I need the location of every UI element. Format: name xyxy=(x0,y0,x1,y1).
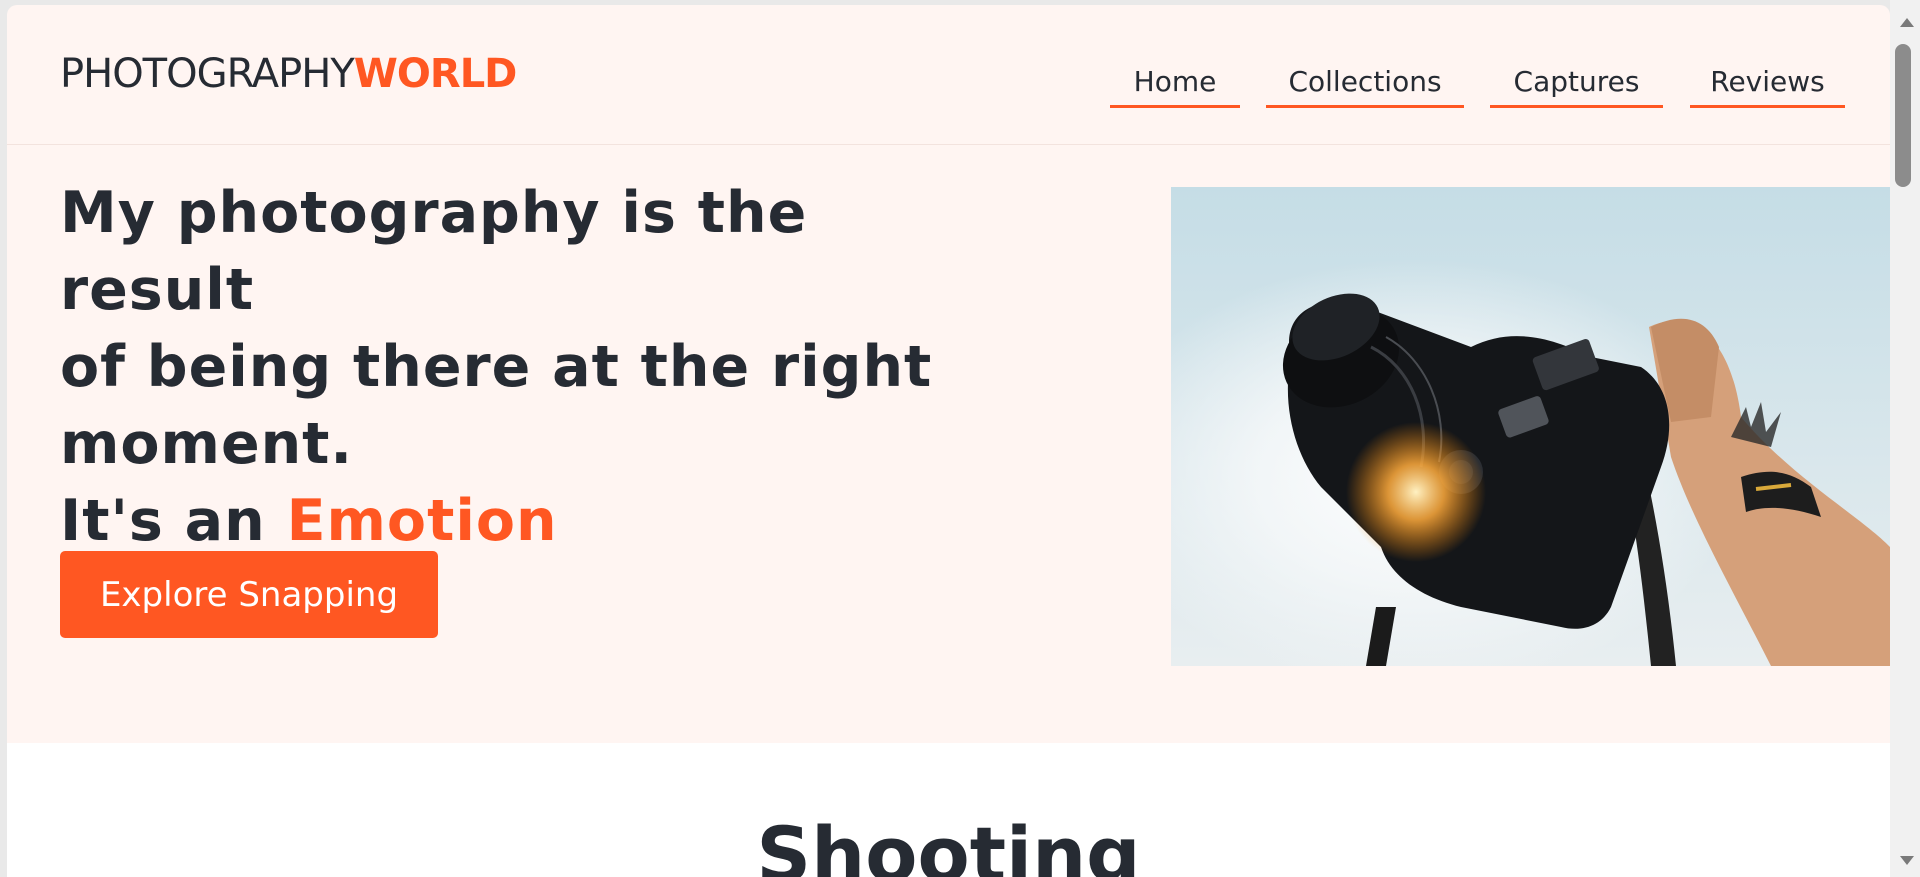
shooting-section-title: Shooting xyxy=(756,810,1141,877)
headline-line-4: It's an Emotion xyxy=(60,483,960,560)
page-scrollbar[interactable] xyxy=(1890,0,1920,877)
nav-home[interactable]: Home xyxy=(1110,57,1240,108)
hero-headline: My photography is the result of being th… xyxy=(60,175,960,560)
nav-collections[interactable]: Collections xyxy=(1266,57,1464,108)
site-header: PHOTOGRAPHYWORLD Home Collections Captur… xyxy=(7,5,1890,145)
headline-line-1: My photography is the result xyxy=(60,180,808,323)
nav-reviews[interactable]: Reviews xyxy=(1690,57,1845,108)
camera-illustration xyxy=(1171,187,1890,666)
headline-prefix: It's an xyxy=(60,488,287,554)
main-nav: Home Collections Captures Reviews xyxy=(7,57,1890,110)
nav-captures[interactable]: Captures xyxy=(1490,57,1663,108)
hero-camera-image xyxy=(1171,187,1890,666)
headline-line-3: moment. xyxy=(60,411,354,477)
headline-line-2: of being there at the right xyxy=(60,334,933,400)
scroll-down-arrow-icon[interactable] xyxy=(1900,856,1914,865)
scroll-thumb[interactable] xyxy=(1895,44,1911,187)
headline-accent-word: Emotion xyxy=(286,488,558,554)
scroll-up-arrow-icon[interactable] xyxy=(1900,18,1914,27)
browser-viewport: PHOTOGRAPHYWORLD Home Collections Captur… xyxy=(7,5,1890,877)
explore-snapping-button[interactable]: Explore Snapping xyxy=(60,551,438,638)
